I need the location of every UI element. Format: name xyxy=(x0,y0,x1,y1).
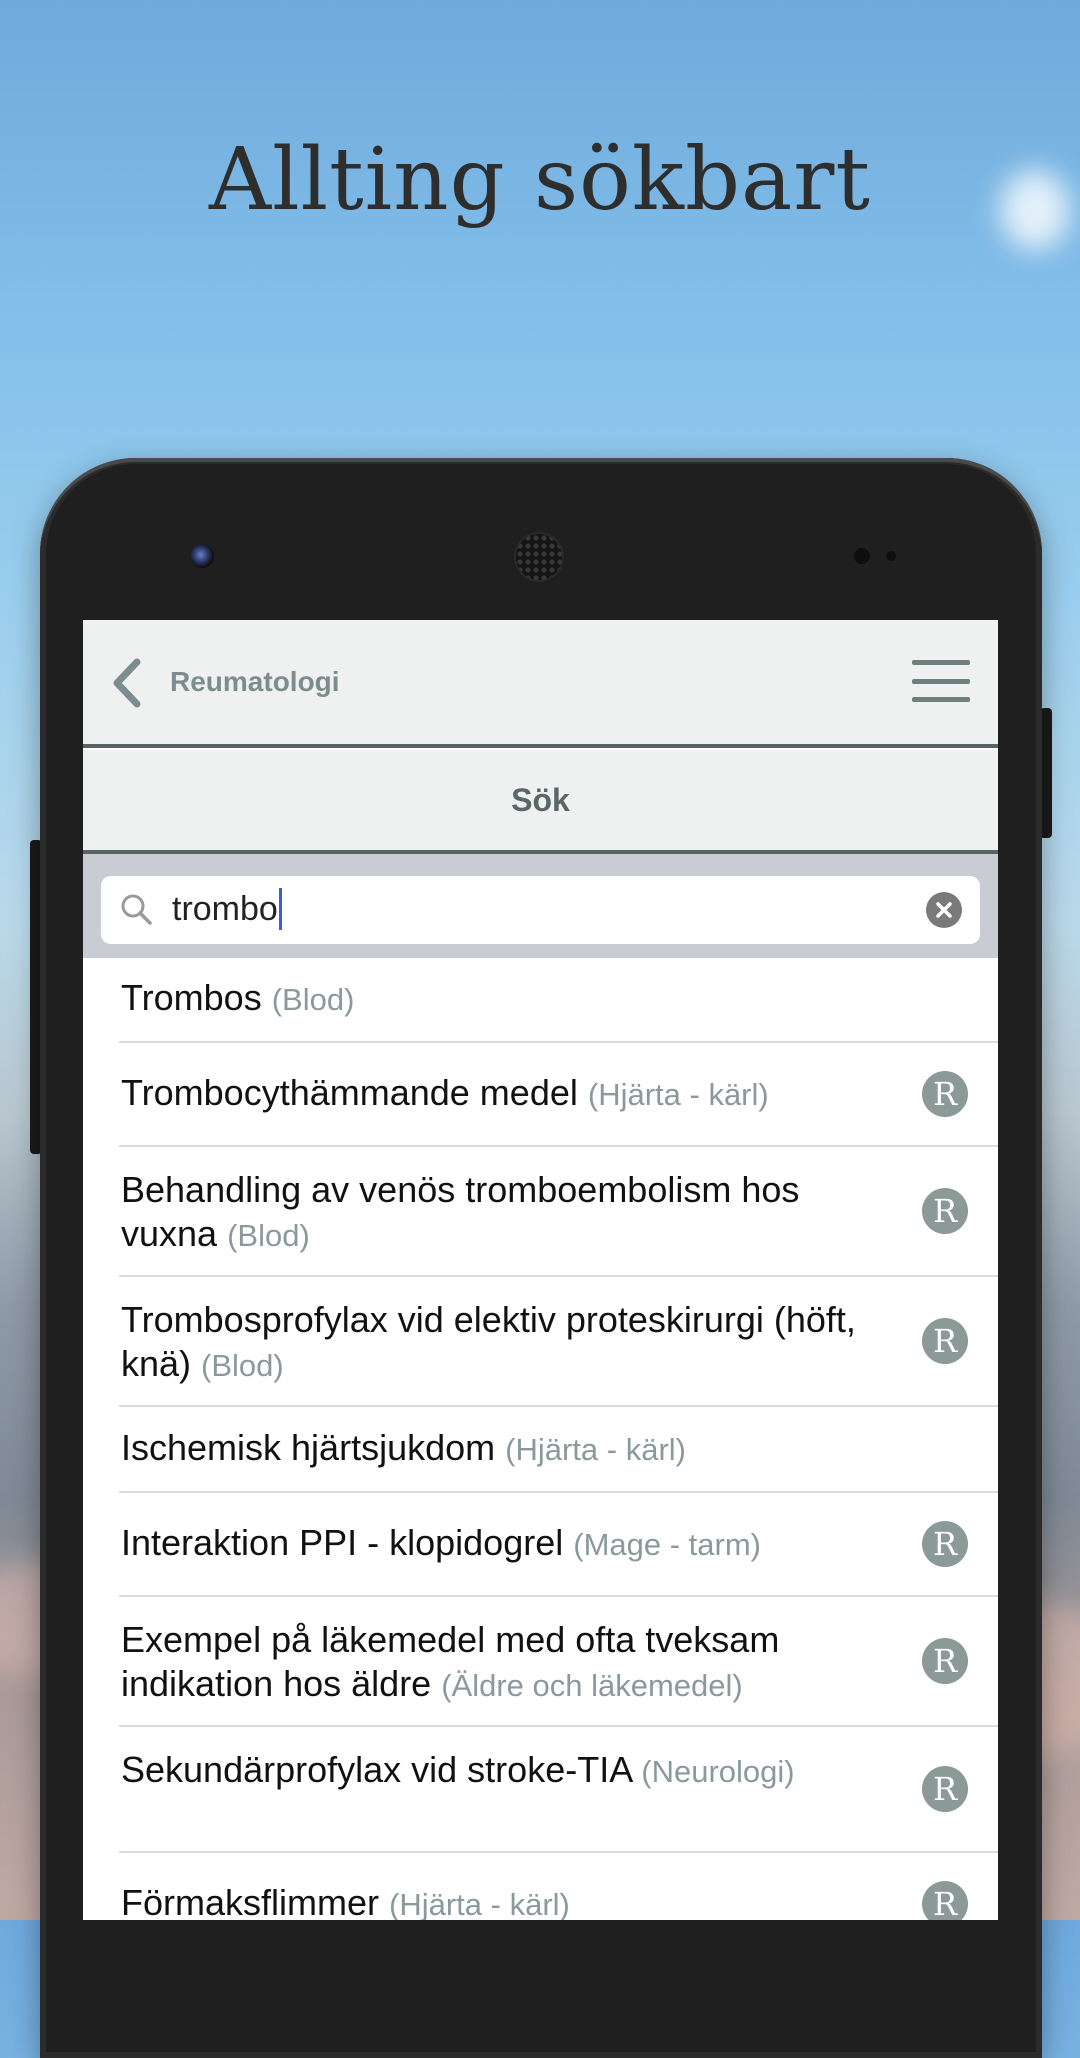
result-title: Trombocythämmande medel xyxy=(121,1072,578,1113)
back-label[interactable]: Reumatologi xyxy=(170,666,340,698)
search-input[interactable]: trombo xyxy=(101,876,980,944)
result-category: (Mage - tarm) xyxy=(573,1527,761,1562)
r-badge-icon: R xyxy=(922,1881,968,1920)
phone-screen: Reumatologi Sök trombo Trombos (Blod) Tr… xyxy=(83,620,998,1920)
chevron-left-icon xyxy=(113,658,141,708)
text-caret xyxy=(278,888,282,931)
app-bar: Reumatologi xyxy=(83,620,998,748)
front-camera-icon xyxy=(190,544,214,568)
result-category: (Blod) xyxy=(271,982,355,1017)
proximity-sensor xyxy=(854,548,870,564)
result-row[interactable]: Trombosprofylax vid elektiv proteskirurg… xyxy=(119,1277,998,1407)
result-title: Förmaksflimmer xyxy=(121,1882,379,1920)
hamburger-menu-icon[interactable] xyxy=(912,660,970,702)
headline: Allting sökbart xyxy=(209,130,871,230)
r-badge-icon: R xyxy=(922,1521,968,1567)
result-category: (Blod) xyxy=(227,1218,310,1253)
search-input-value: trombo xyxy=(172,890,278,928)
r-badge-icon: R xyxy=(922,1188,968,1234)
r-badge-icon: R xyxy=(922,1318,968,1364)
search-icon xyxy=(121,894,152,925)
result-category: (Hjärta - kärl) xyxy=(389,1887,570,1920)
light-sensor xyxy=(886,551,896,561)
search-bar: trombo xyxy=(83,854,998,958)
r-badge-icon: R xyxy=(922,1638,968,1684)
result-title: Behandling av venös tromboembolism hos v… xyxy=(121,1169,800,1254)
result-title: Trombos xyxy=(121,977,262,1018)
result-row[interactable]: Exempel på läkemedel med ofta tveksam in… xyxy=(119,1597,998,1727)
result-row[interactable]: Ischemisk hjärtsjukdom (Hjärta - kärl) xyxy=(119,1407,998,1493)
result-title: Ischemisk hjärtsjukdom xyxy=(121,1427,496,1468)
result-title: Sekundärprofylax vid stroke-TIA xyxy=(121,1749,632,1790)
r-badge-icon: R xyxy=(922,1766,968,1812)
result-row[interactable]: Behandling av venös tromboembolism hos v… xyxy=(119,1147,998,1277)
result-category: (Hjärta - kärl) xyxy=(505,1432,686,1467)
page-title: Sök xyxy=(83,750,998,854)
r-badge-icon: R xyxy=(922,1071,968,1117)
clear-search-icon[interactable] xyxy=(926,892,962,928)
result-category: (Neurologi) xyxy=(641,1754,795,1789)
result-row[interactable]: Sekundärprofylax vid stroke-TIA (Neurolo… xyxy=(119,1727,998,1853)
back-button[interactable] xyxy=(109,658,145,708)
result-row[interactable]: Trombos (Blod) xyxy=(119,958,998,1043)
results-list: Trombos (Blod) Trombocythämmande medel (… xyxy=(83,958,998,1920)
result-category: (Äldre och läkemedel) xyxy=(441,1668,743,1703)
result-row[interactable]: Trombocythämmande medel (Hjärta - kärl) … xyxy=(119,1043,998,1147)
result-row[interactable]: Förmaksflimmer (Hjärta - kärl) R xyxy=(119,1853,998,1920)
result-category: (Hjärta - kärl) xyxy=(587,1077,769,1112)
result-title: Interaktion PPI - klopidogrel xyxy=(121,1522,564,1563)
result-category: (Blod) xyxy=(201,1348,284,1383)
speaker-grille-icon xyxy=(516,534,562,580)
result-row[interactable]: Interaktion PPI - klopidogrel (Mage - ta… xyxy=(119,1493,998,1597)
